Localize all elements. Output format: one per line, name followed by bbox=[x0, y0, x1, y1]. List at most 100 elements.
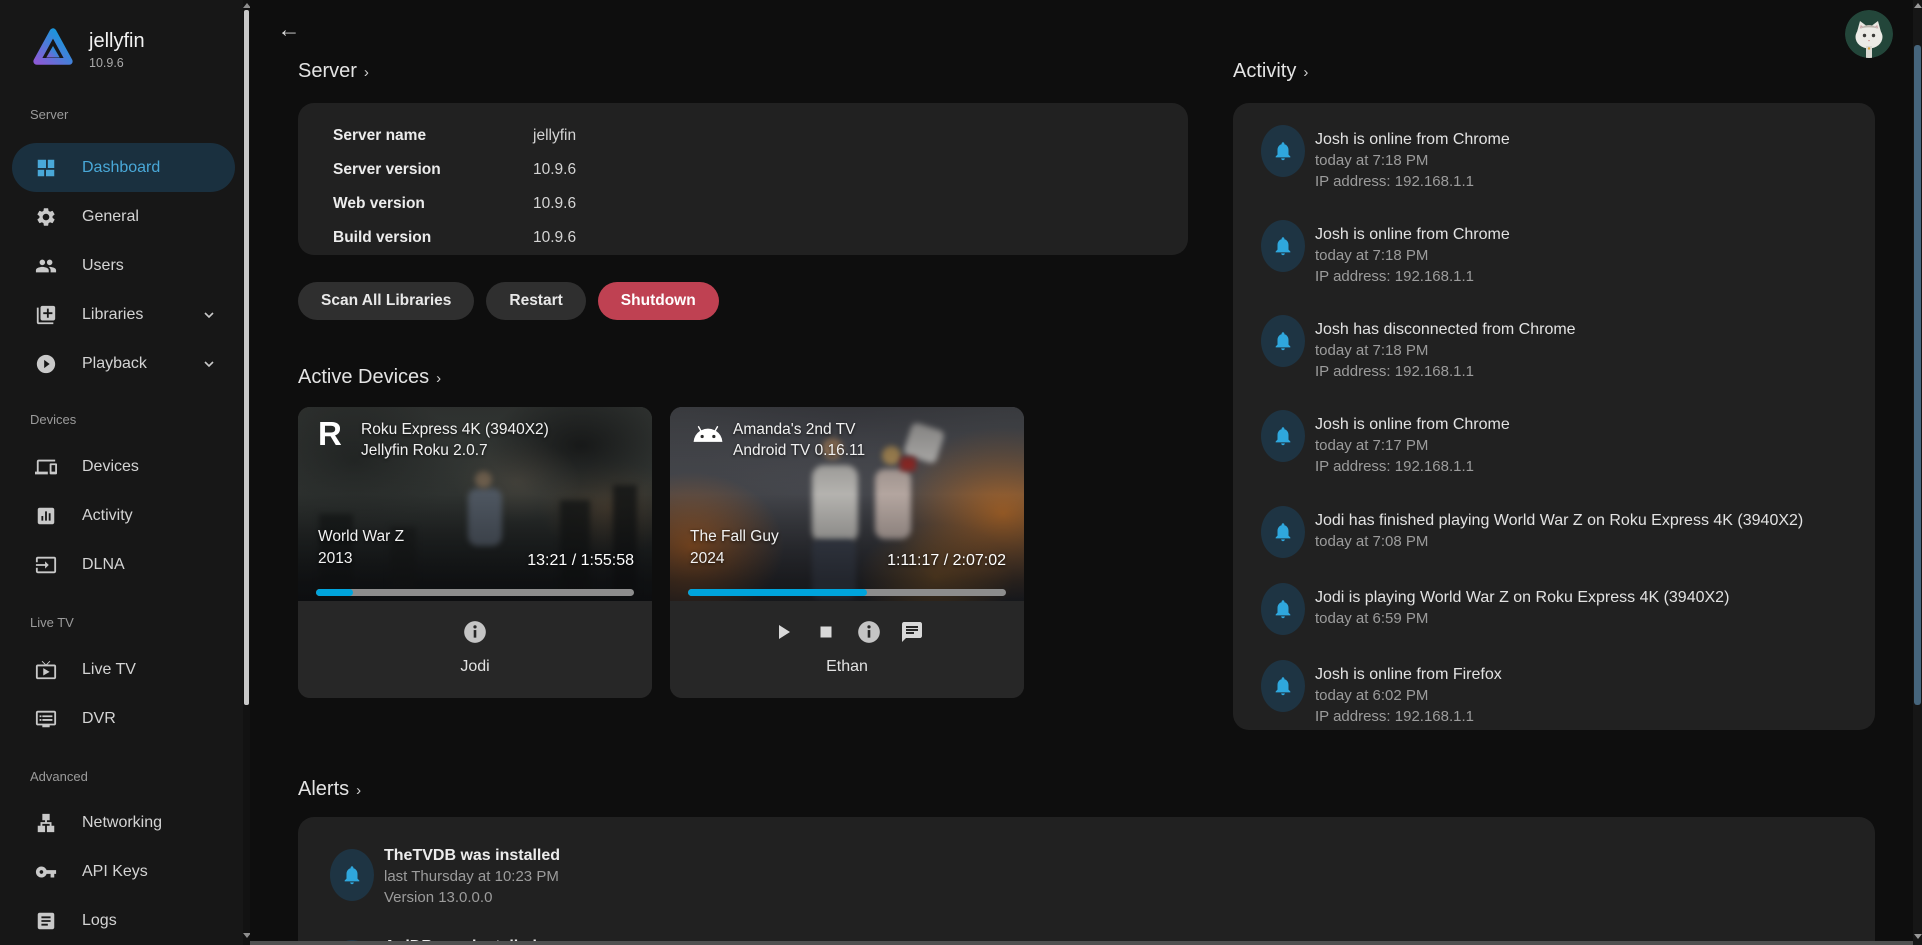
horizontal-scrollbar[interactable] bbox=[250, 941, 1913, 945]
activity-title: Jodi has finished playing World War Z on… bbox=[1315, 510, 1855, 531]
now-playing-backdrop: Amanda's 2nd TV Android TV 0.16.11 The F… bbox=[670, 407, 1024, 601]
alerts-heading[interactable]: Alerts › bbox=[298, 778, 361, 801]
sidebar-item-api-keys[interactable]: API Keys bbox=[12, 847, 235, 896]
media-year: 2024 bbox=[690, 548, 779, 570]
server-section-heading[interactable]: Server › bbox=[298, 60, 369, 83]
sidebar-item-label: Libraries bbox=[82, 306, 201, 324]
activity-title: Josh has disconnected from Chrome bbox=[1315, 319, 1855, 340]
sidebar-item-live-tv[interactable]: Live TV bbox=[12, 645, 235, 694]
shutdown-button[interactable]: Shutdown bbox=[598, 282, 719, 320]
sidebar-scrollbar[interactable] bbox=[243, 0, 250, 945]
chevron-down-icon bbox=[201, 307, 217, 323]
info-value: 10.9.6 bbox=[533, 195, 576, 213]
server-info-card: Server name jellyfin Server version 10.9… bbox=[298, 103, 1188, 255]
devices-icon bbox=[34, 455, 58, 479]
sidebar-item-dvr[interactable]: DVR bbox=[12, 694, 235, 743]
active-devices-row: R Roku Express 4K (3940X2) Jellyfin Roku… bbox=[298, 407, 1024, 698]
chevron-down-icon bbox=[201, 356, 217, 372]
info-label: Server name bbox=[333, 127, 533, 145]
window-scrollbar[interactable] bbox=[1913, 0, 1922, 945]
heading-chevron-icon: › bbox=[436, 370, 441, 387]
sidebar-item-label: Dashboard bbox=[82, 159, 235, 177]
sidebar-item-users[interactable]: Users bbox=[12, 241, 235, 290]
activity-ip: IP address: 192.168.1.1 bbox=[1315, 456, 1855, 477]
playback-progress-bar bbox=[688, 589, 1006, 596]
sidebar-item-dlna[interactable]: DLNA bbox=[12, 540, 235, 589]
alerts-card: TheTVDB was installed last Thursday at 1… bbox=[298, 817, 1875, 945]
scroll-up-arrow-icon[interactable] bbox=[1914, 3, 1922, 8]
window-scrollbar-thumb[interactable] bbox=[1914, 45, 1921, 705]
info-label: Server version bbox=[333, 161, 533, 179]
activity-time: today at 6:59 PM bbox=[1315, 608, 1855, 629]
sidebar-item-label: Devices bbox=[82, 458, 235, 476]
device-card-roku[interactable]: R Roku Express 4K (3940X2) Jellyfin Roku… bbox=[298, 407, 652, 698]
live-tv-icon bbox=[34, 658, 58, 682]
alert-title: TheTVDB was installed bbox=[384, 845, 1855, 866]
sidebar-scrollbar-thumb[interactable] bbox=[244, 10, 249, 705]
sidebar-item-dashboard[interactable]: Dashboard bbox=[12, 143, 235, 192]
sidebar-section-label: Advanced bbox=[30, 769, 243, 785]
sidebar-item-label: DLNA bbox=[82, 556, 235, 574]
activity-entry: Josh has disconnected from Chrome today … bbox=[1261, 319, 1855, 382]
back-button[interactable]: ← bbox=[272, 12, 306, 46]
info-value: 10.9.6 bbox=[533, 229, 576, 247]
activity-ip: IP address: 192.168.1.1 bbox=[1315, 706, 1855, 727]
scan-all-libraries-button[interactable]: Scan All Libraries bbox=[298, 282, 474, 320]
media-title: The Fall Guy bbox=[690, 526, 779, 548]
sidebar-item-label: Playback bbox=[82, 355, 201, 373]
sidebar-item-logs[interactable]: Logs bbox=[12, 896, 235, 945]
stop-button[interactable] bbox=[813, 619, 839, 645]
bell-icon bbox=[330, 849, 374, 901]
activity-heading[interactable]: Activity › bbox=[1233, 60, 1308, 83]
info-button[interactable] bbox=[462, 619, 488, 645]
message-button[interactable] bbox=[899, 619, 925, 645]
restart-button[interactable]: Restart bbox=[486, 282, 585, 320]
sidebar: jellyfin 10.9.6 Server Dashboard General bbox=[0, 0, 243, 945]
main-content: ← Server › Server name jellyfin Server v… bbox=[250, 0, 1913, 945]
activity-time: today at 7:17 PM bbox=[1315, 435, 1855, 456]
media-year: 2013 bbox=[318, 548, 404, 570]
scroll-down-arrow-icon[interactable] bbox=[1914, 934, 1922, 939]
users-icon bbox=[34, 254, 58, 278]
sidebar-section-label: Devices bbox=[30, 412, 243, 428]
activity-title: Josh is online from Chrome bbox=[1315, 129, 1855, 150]
sidebar-item-libraries[interactable]: Libraries bbox=[12, 290, 235, 339]
device-actions bbox=[298, 601, 652, 645]
active-devices-heading[interactable]: Active Devices › bbox=[298, 366, 441, 389]
sidebar-item-label: Users bbox=[82, 257, 235, 275]
sidebar-section-label: Live TV bbox=[30, 615, 243, 631]
logs-icon bbox=[34, 909, 58, 933]
activity-time: today at 7:18 PM bbox=[1315, 150, 1855, 171]
sidebar-section-server: Server Dashboard General Users bbox=[0, 107, 243, 388]
sidebar-item-label: API Keys bbox=[82, 863, 235, 881]
playback-time: 1:11:17 / 2:07:02 bbox=[887, 552, 1006, 570]
bell-icon bbox=[1261, 583, 1305, 635]
server-info-row: Build version 10.9.6 bbox=[333, 221, 1188, 255]
info-button[interactable] bbox=[856, 619, 882, 645]
activity-heading-label: Activity bbox=[1233, 60, 1296, 83]
activity-time: today at 7:08 PM bbox=[1315, 531, 1855, 552]
sidebar-item-playback[interactable]: Playback bbox=[12, 339, 235, 388]
playback-progress-fill bbox=[316, 589, 353, 596]
sidebar-item-label: General bbox=[82, 208, 235, 226]
sidebar-section-livetv: Live TV Live TV DVR bbox=[0, 615, 243, 743]
sidebar-item-devices[interactable]: Devices bbox=[12, 442, 235, 491]
bell-icon bbox=[1261, 410, 1305, 462]
activity-time: today at 7:18 PM bbox=[1315, 245, 1855, 266]
activity-entry: Josh is online from Chrome today at 7:18… bbox=[1261, 129, 1855, 192]
activity-ip: IP address: 192.168.1.1 bbox=[1315, 171, 1855, 192]
media-info: The Fall Guy 2024 bbox=[690, 526, 779, 570]
user-avatar[interactable] bbox=[1845, 10, 1893, 58]
device-header: Amanda's 2nd TV Android TV 0.16.11 bbox=[690, 419, 865, 461]
media-info: World War Z 2013 bbox=[318, 526, 404, 570]
bell-icon bbox=[1261, 125, 1305, 177]
sidebar-item-activity[interactable]: Activity bbox=[12, 491, 235, 540]
sidebar-item-general[interactable]: General bbox=[12, 192, 235, 241]
avatar-cat-image bbox=[1845, 10, 1893, 58]
sidebar-item-networking[interactable]: Networking bbox=[12, 798, 235, 847]
device-card-android-tv[interactable]: Amanda's 2nd TV Android TV 0.16.11 The F… bbox=[670, 407, 1024, 698]
play-button[interactable] bbox=[770, 619, 796, 645]
device-name: Roku Express 4K (3940X2) bbox=[361, 419, 549, 440]
media-title: World War Z bbox=[318, 526, 404, 548]
heading-chevron-icon: › bbox=[1303, 64, 1308, 81]
